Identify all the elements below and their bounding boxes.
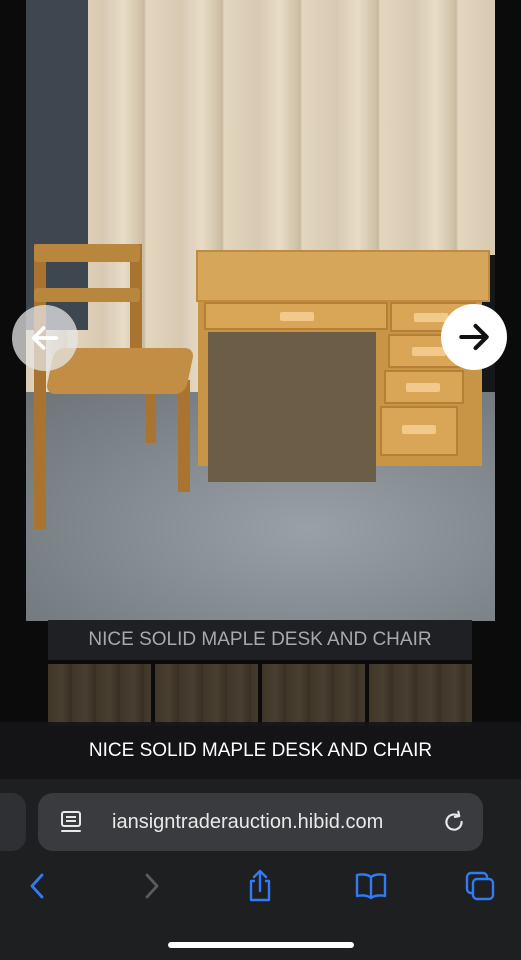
product-photo[interactable] <box>26 0 495 621</box>
caption-text: NICE SOLID MAPLE DESK AND CHAIR <box>88 740 433 761</box>
tabs-button[interactable] <box>462 868 498 904</box>
thumbnail[interactable] <box>155 664 258 726</box>
chevron-left-icon <box>30 873 44 899</box>
forward-button[interactable] <box>133 868 169 904</box>
address-bar[interactable]: iansigntraderauction.hibid.com <box>38 793 483 851</box>
chevron-right-icon <box>145 873 159 899</box>
drawer-handle <box>414 313 448 322</box>
chair-post <box>130 244 142 364</box>
thumbnail[interactable] <box>369 664 472 726</box>
desk-drawer <box>380 406 458 456</box>
drawer-handle <box>412 347 446 356</box>
tabs-icon <box>465 871 495 901</box>
thumbnail[interactable] <box>262 664 365 726</box>
home-indicator <box>168 942 354 948</box>
desk-kneehole <box>208 332 376 482</box>
chair-rail <box>34 288 140 302</box>
reload-icon[interactable] <box>441 809 467 840</box>
share-button[interactable] <box>242 868 278 904</box>
listing-title: NICE SOLID MAPLE DESK AND CHAIR <box>48 620 472 660</box>
drawer-handle <box>402 425 436 434</box>
desk-drawer <box>204 302 388 330</box>
chair-back <box>34 244 140 262</box>
caption-overlay: NICE SOLID MAPLE DESK AND CHAIR <box>0 722 521 779</box>
previous-photo-button[interactable] <box>12 305 78 371</box>
bookmarks-button[interactable] <box>353 868 389 904</box>
desk-top <box>196 250 490 302</box>
drawer-handle <box>280 312 314 321</box>
chair-leg <box>178 380 190 492</box>
desk-drawer <box>384 370 464 404</box>
arrow-left-icon <box>31 326 59 350</box>
url-text[interactable]: iansigntraderauction.hibid.com <box>112 793 383 851</box>
share-icon <box>249 869 271 902</box>
chair-post <box>34 244 46 529</box>
drawer-handle <box>406 383 440 392</box>
next-photo-button[interactable] <box>441 304 507 370</box>
page-icon[interactable] <box>60 810 82 839</box>
thumbnail-strip <box>48 664 472 726</box>
arrow-right-icon <box>459 323 489 351</box>
book-icon <box>355 873 387 900</box>
previous-tab-preview[interactable] <box>0 793 26 851</box>
back-button[interactable] <box>20 868 56 904</box>
thumbnail[interactable] <box>48 664 151 726</box>
